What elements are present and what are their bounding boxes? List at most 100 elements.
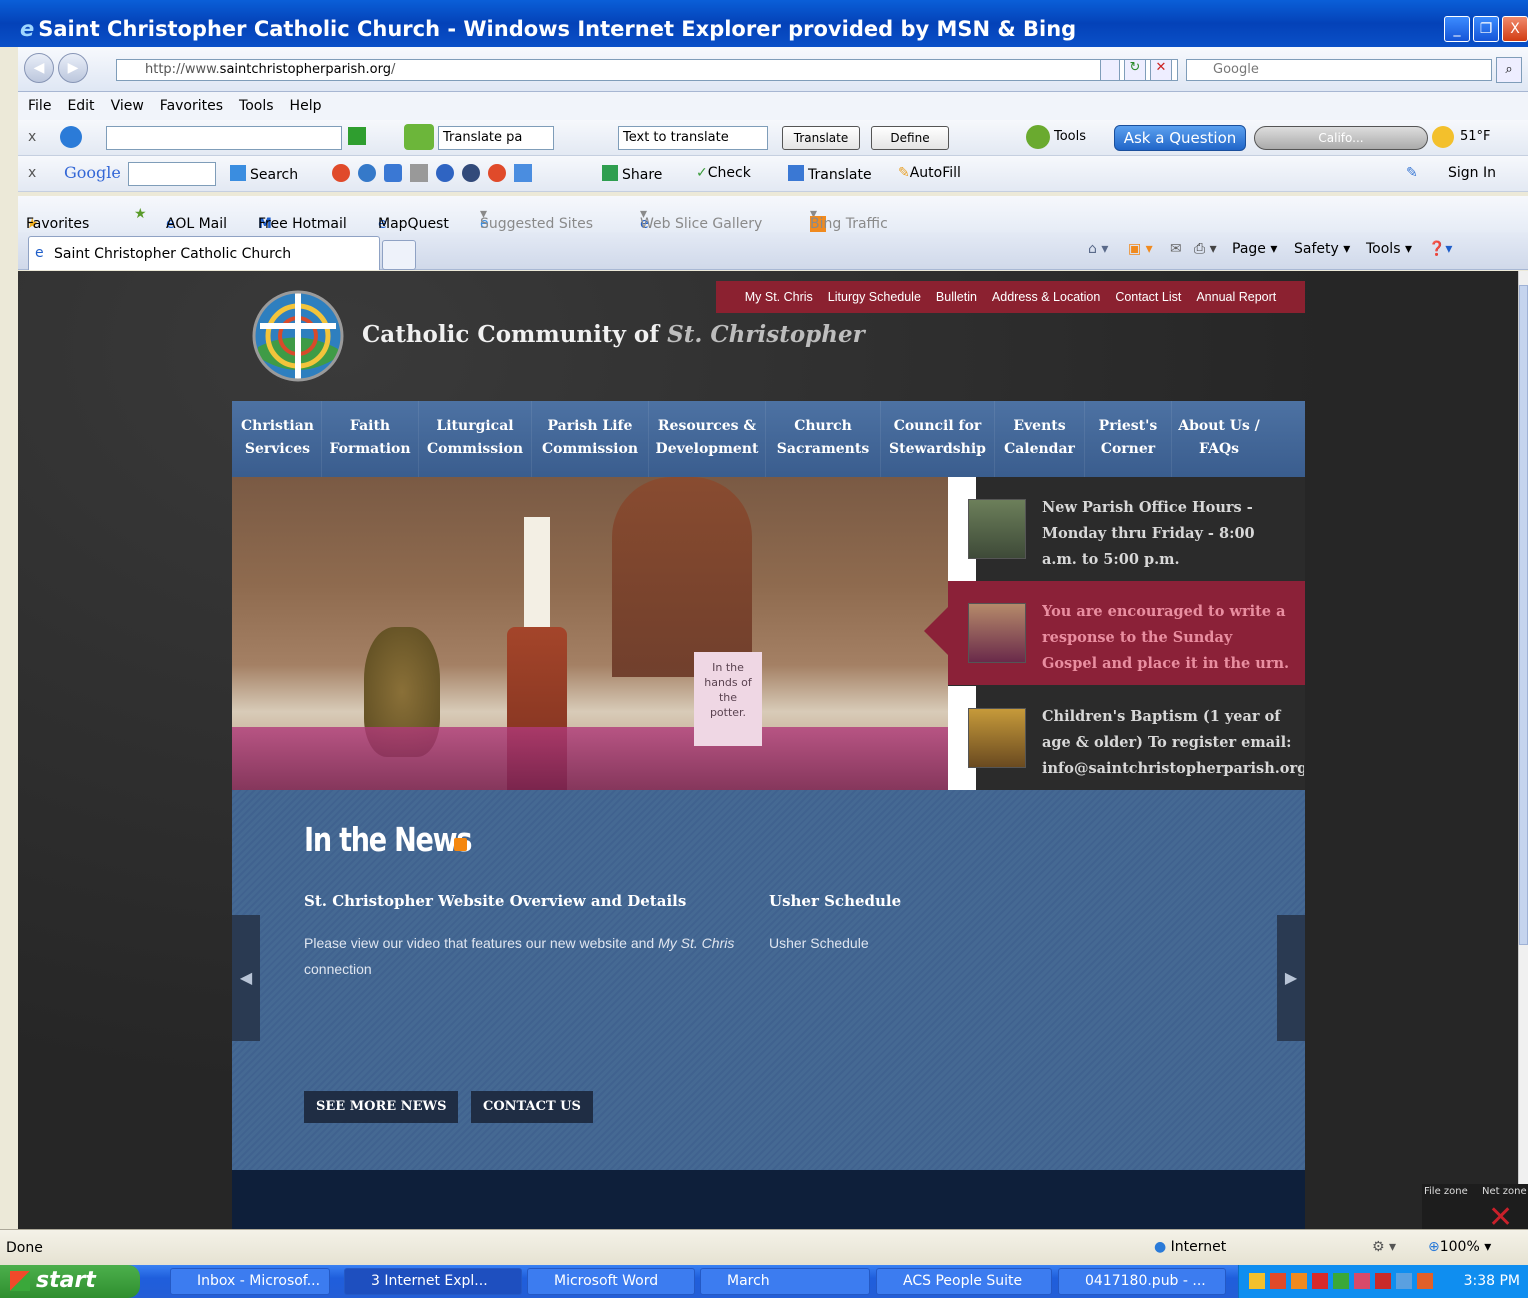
nav-liturgical-commission[interactable]: Liturgical Commission xyxy=(419,401,532,477)
safety-menu[interactable]: Safety ▾ xyxy=(1294,241,1350,257)
define-button[interactable]: Define xyxy=(871,126,949,150)
nav-address-location[interactable]: Address & Location xyxy=(992,290,1100,304)
refresh-icon[interactable]: ↻ xyxy=(1124,59,1146,81)
dock-file-zone[interactable]: File zone xyxy=(1424,1186,1468,1197)
protected-mode-icon[interactable]: ⚙ ▾ xyxy=(1372,1239,1396,1255)
plus-icon[interactable] xyxy=(514,164,532,182)
search-input[interactable]: Google xyxy=(1186,59,1492,81)
magnifier-icon[interactable] xyxy=(358,164,376,182)
tab-saint-christopher[interactable]: e Saint Christopher Catholic Church xyxy=(28,236,380,270)
church-logo[interactable] xyxy=(252,287,344,385)
restore-button[interactable]: ❐ xyxy=(1473,16,1499,42)
zoom-control[interactable]: ⊕100% ▾ xyxy=(1428,1239,1491,1255)
free-sms-icon[interactable] xyxy=(404,124,434,150)
task-publisher-file[interactable]: 0417180.pub - ... xyxy=(1058,1268,1226,1295)
nav-bulletin[interactable]: Bulletin xyxy=(936,290,977,304)
help-icon[interactable]: ❓▾ xyxy=(1428,241,1452,257)
tray-clock[interactable]: 3:38 PM xyxy=(1464,1273,1520,1289)
back-button[interactable]: ◀ xyxy=(24,53,54,83)
news-next-arrow[interactable]: ▶ xyxy=(1277,915,1305,1041)
menu-help[interactable]: Help xyxy=(290,98,322,120)
tray-acrobat-icon[interactable] xyxy=(1312,1273,1328,1289)
add-favorite-icon[interactable]: ★ xyxy=(134,206,147,222)
tray-acs-icon[interactable] xyxy=(1354,1273,1370,1289)
mail-icon[interactable]: ✉ xyxy=(1170,241,1182,257)
nav-annual-report[interactable]: Annual Report xyxy=(1196,290,1276,304)
nav-christian-services[interactable]: Christian Services xyxy=(234,401,322,477)
ask-question-button[interactable]: Ask a Question xyxy=(1114,125,1246,151)
menu-tools[interactable]: Tools xyxy=(239,98,274,120)
google-translate-button[interactable]: Translate xyxy=(788,165,872,183)
stop-icon[interactable]: ✕ xyxy=(1150,59,1172,81)
google-search-input[interactable] xyxy=(128,162,216,186)
menu-view[interactable]: View xyxy=(111,98,144,120)
minimize-button[interactable]: _ xyxy=(1444,16,1470,42)
nav-council-stewardship[interactable]: Council for Stewardship xyxy=(881,401,995,477)
hero-image[interactable]: In the hands of the potter. xyxy=(232,477,948,790)
news-prev-arrow[interactable]: ◀ xyxy=(232,915,260,1041)
start-button[interactable]: start xyxy=(0,1265,140,1298)
address-input[interactable]: http://www.saintchristopherparish.org/ xyxy=(116,59,1178,81)
autofill-button[interactable]: ✎AutoFill xyxy=(898,165,961,181)
nav-liturgy-schedule[interactable]: Liturgy Schedule xyxy=(828,290,921,304)
dell-icon[interactable] xyxy=(436,164,454,182)
wrench-icon[interactable]: ✎ xyxy=(1406,165,1418,181)
fav-web-slice-gallery[interactable]: e Web Slice Gallery ▾ xyxy=(640,206,762,232)
nav-church-sacraments[interactable]: Church Sacraments xyxy=(766,401,881,477)
dock-net-zone[interactable]: Net zone xyxy=(1482,1186,1527,1197)
toolbar-search-input[interactable] xyxy=(106,126,342,150)
tools-menu-command[interactable]: Tools ▾ xyxy=(1366,241,1412,257)
site-title[interactable]: Catholic Community of St. Christopher xyxy=(362,321,865,348)
google-toolbar-close[interactable]: x xyxy=(28,165,36,181)
rss-icon[interactable]: ▣ ▾ xyxy=(1128,241,1153,257)
slide-sunday-gospel[interactable]: You are encouraged to write a response to… xyxy=(948,581,1305,685)
google-search-button[interactable]: Search xyxy=(230,165,298,183)
tray-app-icon[interactable] xyxy=(1333,1273,1349,1289)
home-icon[interactable]: ⌂ ▾ xyxy=(1088,241,1108,257)
fav-bing-traffic[interactable]: Bing Traffic ▾ xyxy=(810,206,888,232)
sign-in-button[interactable]: Sign In xyxy=(1448,165,1496,181)
nav-parish-life-commission[interactable]: Parish Life Commission xyxy=(532,401,649,477)
see-more-news-button[interactable]: SEE MORE NEWS xyxy=(304,1091,459,1123)
new-tab-button[interactable] xyxy=(382,240,416,270)
weather-temperature[interactable]: 51°F xyxy=(1460,129,1491,144)
article-title-usher[interactable]: Usher Schedule xyxy=(769,892,901,910)
tools-menu[interactable]: Tools xyxy=(1054,129,1086,144)
scrollbar-thumb[interactable] xyxy=(1519,285,1528,945)
article-body-usher[interactable]: Usher Schedule xyxy=(769,930,869,956)
close-window-button[interactable]: X xyxy=(1502,16,1528,42)
task-internet-explorer[interactable]: 3 Internet Expl... xyxy=(344,1268,522,1295)
article-body-italic[interactable]: My St. Chris xyxy=(658,935,734,951)
slide-office-hours[interactable]: New Parish Office Hours - Monday thru Fri… xyxy=(948,477,1305,581)
task-march-folder[interactable]: March xyxy=(700,1268,870,1295)
article-title-website[interactable]: St. Christopher Website Overview and Det… xyxy=(304,892,686,910)
page-menu[interactable]: Page ▾ xyxy=(1232,241,1277,257)
tray-mail-icon[interactable] xyxy=(1249,1273,1265,1289)
translate-button[interactable]: Translate xyxy=(782,126,860,150)
security-zone[interactable]: ● Internet xyxy=(1154,1239,1226,1255)
check-button[interactable]: ✓Check xyxy=(696,165,751,181)
task-microsoft-word[interactable]: Microsoft Word xyxy=(527,1268,695,1295)
news-icon[interactable] xyxy=(410,164,428,182)
translate-select[interactable]: Translate pa xyxy=(438,126,554,150)
rss-icon[interactable] xyxy=(454,838,467,851)
forward-button[interactable]: ▶ xyxy=(58,53,88,83)
tray-app-icon[interactable] xyxy=(1270,1273,1286,1289)
globe-icon[interactable] xyxy=(462,164,480,182)
print-icon[interactable]: ⎙ ▾ xyxy=(1194,241,1217,257)
radio-player[interactable]: Califo... xyxy=(1254,126,1428,150)
menu-favorites[interactable]: Favorites xyxy=(160,98,223,120)
tools-gear-icon[interactable] xyxy=(1026,125,1050,149)
nav-resources-development[interactable]: Resources & Development xyxy=(649,401,766,477)
search-icon[interactable]: ⌕ xyxy=(1496,57,1522,83)
toolbar-logo-icon[interactable] xyxy=(60,126,82,148)
toolbar-close-button[interactable]: x xyxy=(28,129,36,145)
camera-icon[interactable] xyxy=(384,164,402,182)
swirl-icon[interactable] xyxy=(488,164,506,182)
tray-app-icon[interactable] xyxy=(1375,1273,1391,1289)
nav-priests-corner[interactable]: Priest's Corner xyxy=(1085,401,1172,477)
go-icon[interactable] xyxy=(348,127,366,145)
contact-us-button[interactable]: CONTACT US xyxy=(471,1091,593,1123)
fav-suggested-sites[interactable]: e Suggested Sites ▾ xyxy=(480,206,593,232)
menu-edit[interactable]: Edit xyxy=(67,98,94,120)
